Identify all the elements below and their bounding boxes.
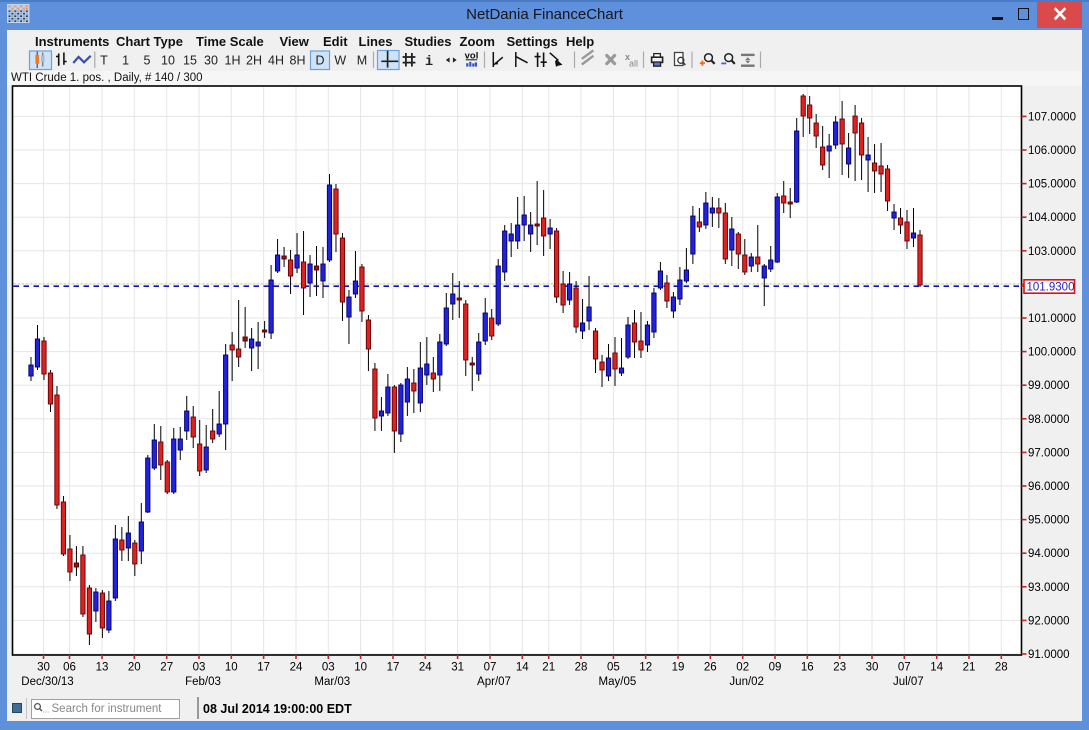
svg-text:14: 14 (930, 662, 943, 674)
svg-text:02: 02 (736, 662, 749, 674)
svg-text:07: 07 (898, 662, 911, 674)
svg-text:06: 06 (63, 662, 76, 674)
svg-text:92.0000: 92.0000 (1028, 615, 1070, 627)
svg-text:24: 24 (290, 662, 303, 674)
svg-text:12: 12 (639, 662, 652, 674)
svg-text:...: ... (43, 706, 50, 715)
svg-text:21: 21 (963, 662, 976, 674)
svg-text:1: 1 (122, 54, 129, 68)
svg-text:28: 28 (995, 662, 1008, 674)
svg-text:30: 30 (204, 54, 218, 68)
svg-text:D: D (315, 54, 324, 68)
svg-text:M: M (357, 54, 367, 68)
svg-text:95.0000: 95.0000 (1028, 515, 1070, 527)
svg-text:105.0000: 105.0000 (1028, 179, 1076, 191)
svg-text:13: 13 (96, 662, 109, 674)
svg-text:103.0000: 103.0000 (1028, 246, 1076, 258)
svg-text:96.0000: 96.0000 (1028, 481, 1070, 493)
svg-text:19: 19 (672, 662, 685, 674)
svg-text:03: 03 (322, 662, 335, 674)
svg-text:5: 5 (144, 54, 151, 68)
svg-text:10: 10 (161, 54, 175, 68)
svg-text:1H: 1H (225, 54, 241, 68)
svg-text:Jun/02: Jun/02 (729, 676, 764, 688)
svg-text:17: 17 (387, 662, 400, 674)
svg-text:10: 10 (225, 662, 238, 674)
svg-text:T: T (100, 54, 108, 68)
svg-text:W: W (334, 54, 346, 68)
svg-text:14: 14 (516, 662, 529, 674)
svg-text:4H: 4H (268, 54, 284, 68)
svg-text:98.0000: 98.0000 (1028, 414, 1070, 426)
svg-text:24: 24 (419, 662, 432, 674)
svg-text:97.0000: 97.0000 (1028, 447, 1070, 459)
svg-text:23: 23 (833, 662, 846, 674)
svg-text:106.0000: 106.0000 (1028, 145, 1076, 157)
svg-text:09: 09 (769, 662, 782, 674)
svg-text:27: 27 (160, 662, 173, 674)
svg-text:107.0000: 107.0000 (1028, 111, 1076, 123)
svg-text:93.0000: 93.0000 (1028, 582, 1070, 594)
svg-text:Mar/03: Mar/03 (314, 676, 350, 688)
svg-text:05: 05 (607, 662, 620, 674)
svg-text:99.0000: 99.0000 (1028, 380, 1070, 392)
svg-text:94.0000: 94.0000 (1028, 548, 1070, 560)
svg-text:91.0000: 91.0000 (1028, 649, 1070, 661)
svg-text:30: 30 (37, 662, 50, 674)
svg-text:30: 30 (866, 662, 879, 674)
svg-text:Dec/30/13: Dec/30/13 (21, 676, 73, 688)
svg-text:17: 17 (257, 662, 270, 674)
svg-text:03: 03 (193, 662, 206, 674)
svg-text:10: 10 (354, 662, 367, 674)
svg-text:Feb/03: Feb/03 (185, 676, 221, 688)
svg-text:16: 16 (801, 662, 814, 674)
svg-text:2H: 2H (246, 54, 262, 68)
svg-text:15: 15 (183, 54, 197, 68)
svg-text:Apr/07: Apr/07 (477, 676, 511, 688)
svg-text:101.0000: 101.0000 (1028, 313, 1076, 325)
svg-text:100.0000: 100.0000 (1028, 347, 1076, 359)
svg-text:28: 28 (575, 662, 588, 674)
svg-text:21: 21 (542, 662, 555, 674)
svg-text:31: 31 (451, 662, 464, 674)
svg-text:101.9300: 101.9300 (1027, 282, 1075, 294)
svg-text:all: all (629, 59, 638, 69)
svg-text:26: 26 (704, 662, 717, 674)
svg-text:May/05: May/05 (599, 676, 637, 688)
svg-text:20: 20 (128, 662, 141, 674)
svg-text:i: i (425, 55, 433, 70)
svg-text:8H: 8H (290, 54, 306, 68)
svg-text:Jul/07: Jul/07 (893, 676, 924, 688)
svg-text:07: 07 (484, 662, 497, 674)
svg-text:104.0000: 104.0000 (1028, 212, 1076, 224)
